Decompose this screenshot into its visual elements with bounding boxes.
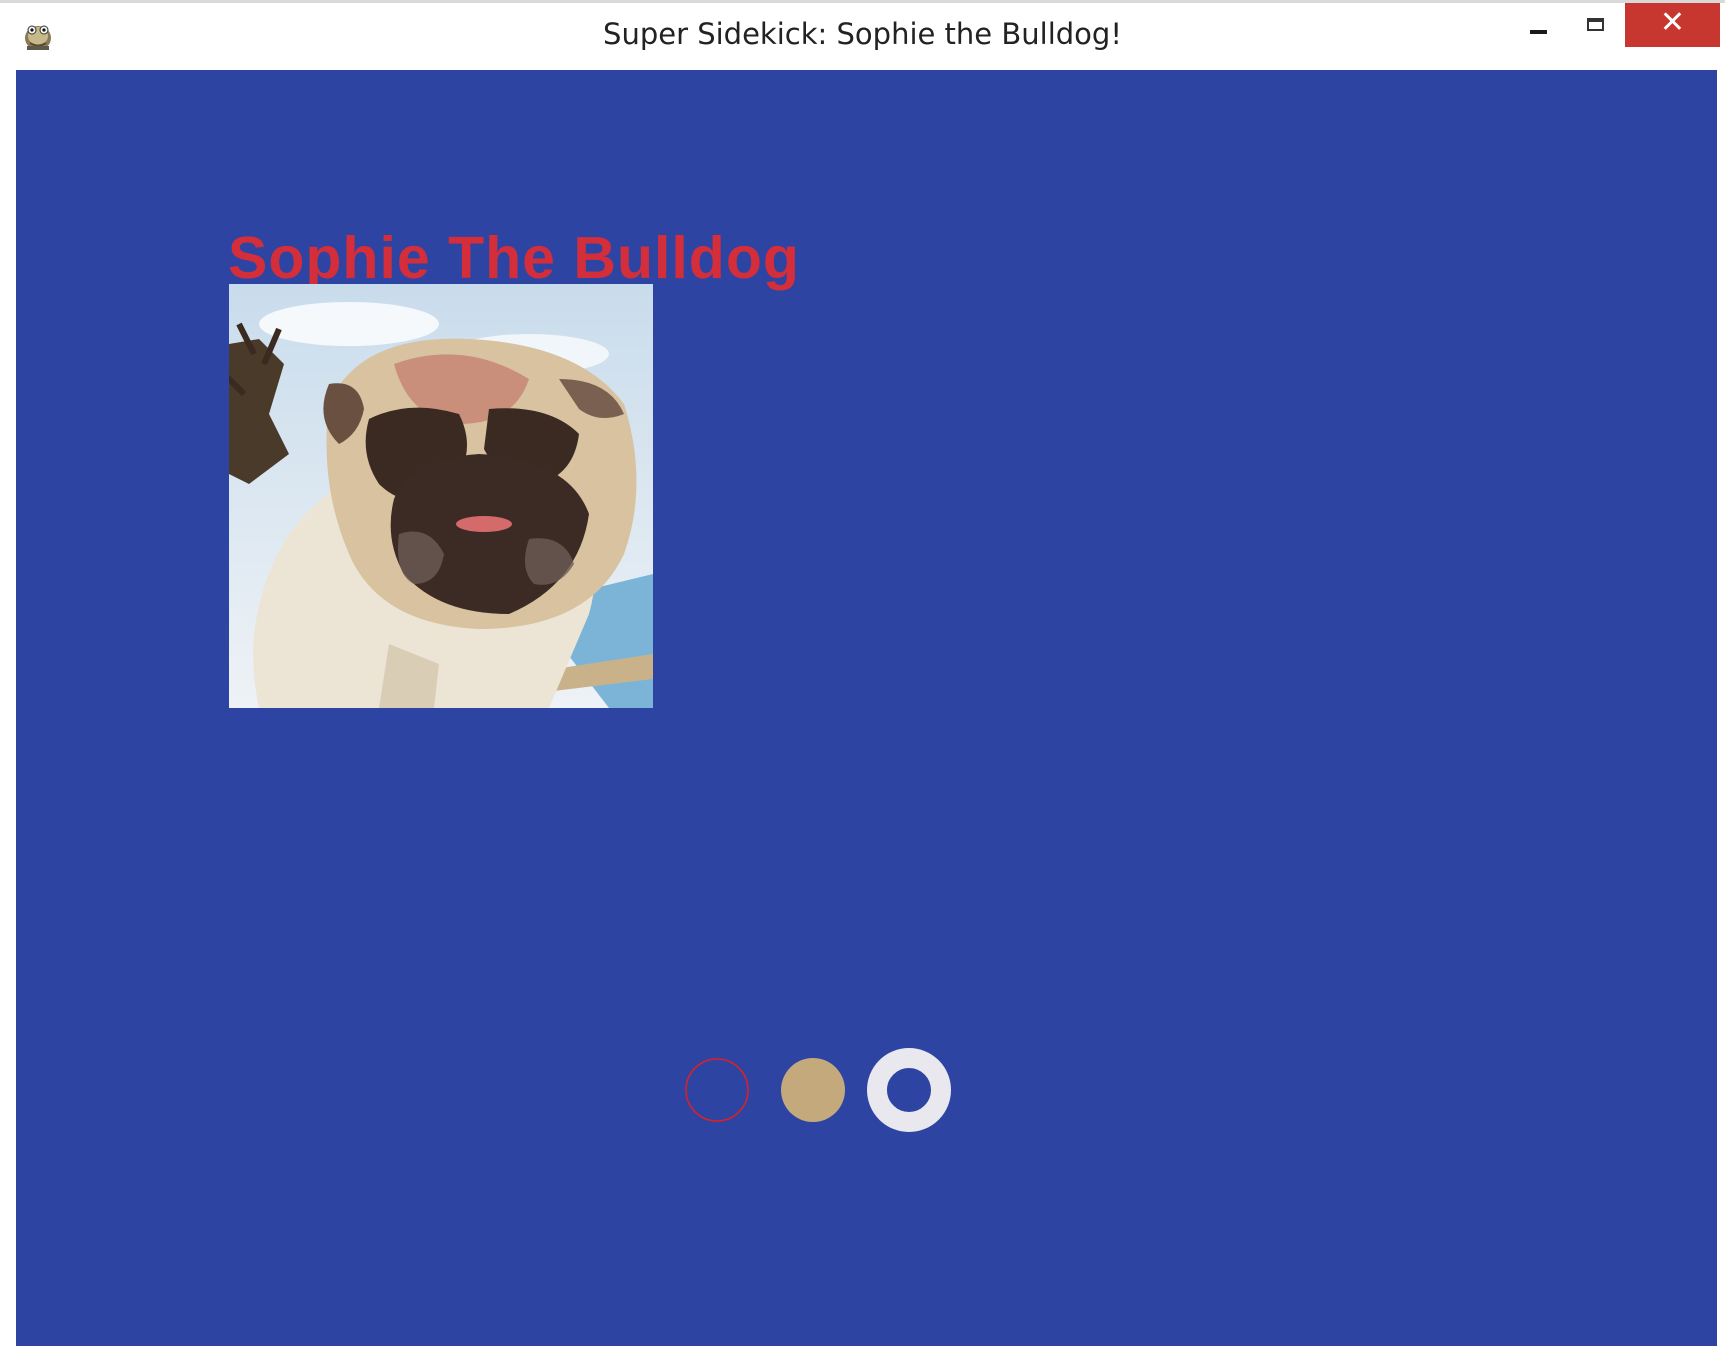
title-bar[interactable]: Super Sidekick: Sophie the Bulldog! ✕ <box>0 3 1725 67</box>
outline-circle <box>685 1058 749 1122</box>
page-title: Sophie The Bulldog <box>228 225 800 291</box>
minimize-button[interactable] <box>1508 3 1568 47</box>
window-title: Super Sidekick: Sophie the Bulldog! <box>603 17 1122 51</box>
minimize-icon <box>1530 30 1547 34</box>
maximize-icon <box>1587 18 1604 31</box>
ring <box>867 1048 951 1132</box>
maximize-button[interactable] <box>1568 3 1624 47</box>
app-window: Super Sidekick: Sophie the Bulldog! ✕ So… <box>0 0 1725 1353</box>
filled-circle <box>781 1058 845 1122</box>
game-canvas[interactable]: Sophie The Bulldog <box>16 70 1717 1346</box>
close-icon: ✕ <box>1659 5 1686 40</box>
bulldog-photo <box>229 284 653 708</box>
shape-row <box>685 1048 951 1132</box>
close-button[interactable]: ✕ <box>1625 3 1720 47</box>
